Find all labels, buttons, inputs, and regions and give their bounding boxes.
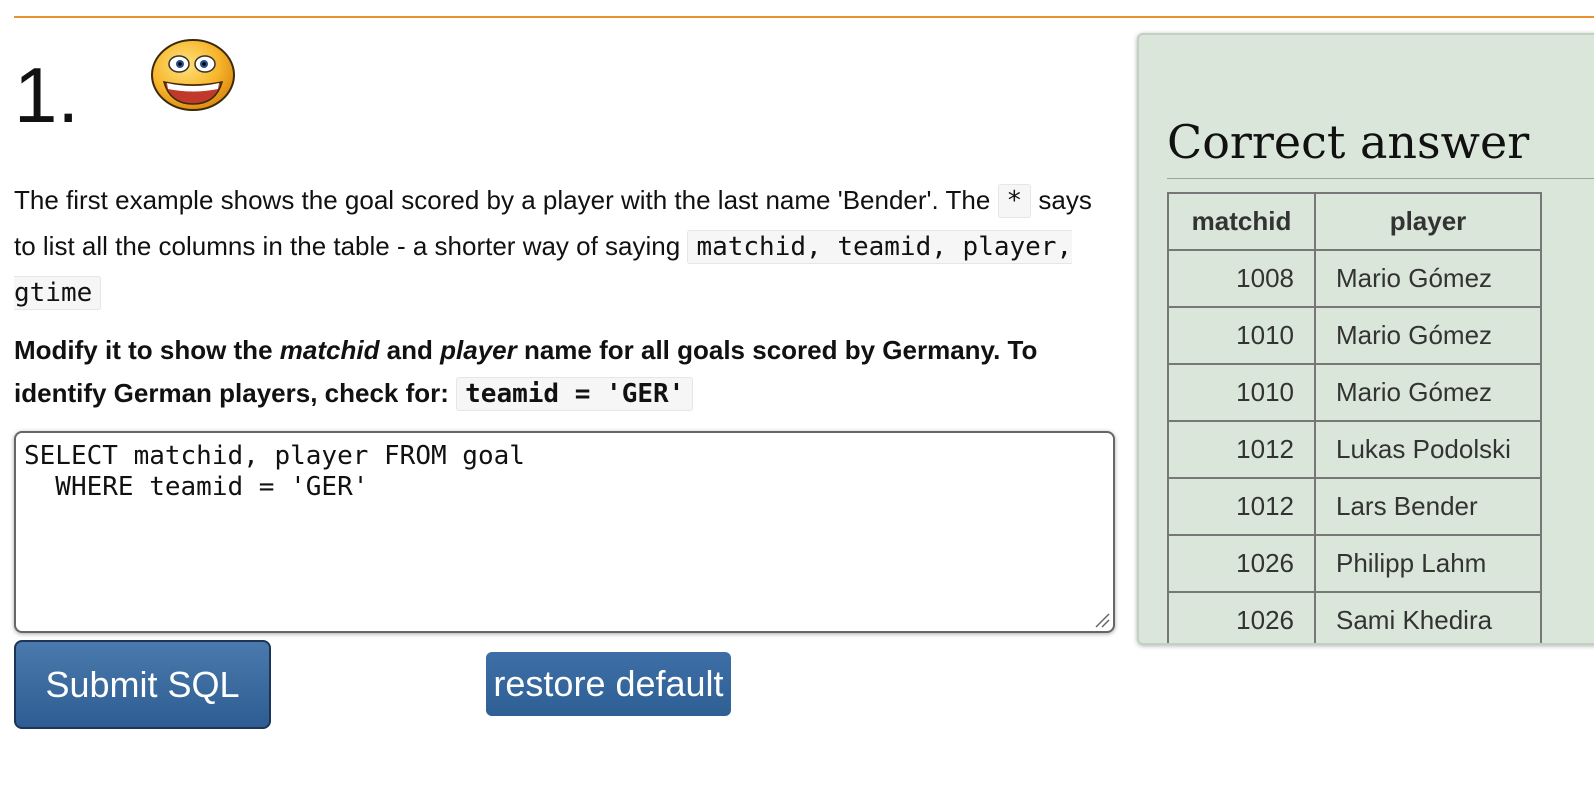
matchid-cell: 1008 bbox=[1167, 249, 1316, 308]
answer-divider bbox=[1167, 178, 1594, 179]
task-paragraph: Modify it to show the matchid and player… bbox=[14, 329, 1114, 416]
table-row: 1012 Lukas Podolski bbox=[1167, 420, 1542, 479]
question-number: 1. bbox=[14, 51, 80, 139]
table-row: 1026 Philipp Lahm bbox=[1167, 534, 1542, 593]
matchid-cell: 1010 bbox=[1167, 363, 1316, 422]
sql-editor[interactable]: SELECT matchid, player FROM goal WHERE t… bbox=[14, 431, 1115, 633]
answer-title: Correct answer bbox=[1167, 115, 1530, 169]
intro-paragraph: The first example shows the goal scored … bbox=[14, 178, 1114, 316]
smiley-face-icon bbox=[151, 39, 235, 111]
answer-header-row: matchid player bbox=[1167, 192, 1542, 251]
table-row: 1026 Sami Khedira bbox=[1167, 591, 1542, 643]
column-header-player: player bbox=[1314, 192, 1542, 251]
player-cell: Philipp Lahm bbox=[1314, 534, 1542, 593]
matchid-cell: 1012 bbox=[1167, 420, 1316, 479]
task-text-a: Modify it to show the bbox=[14, 335, 280, 365]
table-row: 1012 Lars Bender bbox=[1167, 477, 1542, 536]
player-cell: Sami Khedira bbox=[1314, 591, 1542, 643]
top-divider bbox=[14, 16, 1594, 18]
player-cell: Mario Gómez bbox=[1314, 363, 1542, 422]
matchid-cell: 1026 bbox=[1167, 591, 1316, 643]
table-row: 1010 Mario Gómez bbox=[1167, 306, 1542, 365]
matchid-emphasis: matchid bbox=[279, 335, 380, 365]
matchid-cell: 1012 bbox=[1167, 477, 1316, 536]
task-text-b: and bbox=[379, 335, 441, 365]
answer-table: matchid player 1008 Mario Gómez 1010 Mar… bbox=[1167, 192, 1542, 643]
restore-default-button[interactable]: restore default bbox=[486, 652, 731, 716]
matchid-cell: 1026 bbox=[1167, 534, 1316, 593]
column-header-matchid: matchid bbox=[1167, 192, 1316, 251]
star-code: * bbox=[997, 184, 1032, 218]
submit-sql-button[interactable]: Submit SQL bbox=[14, 640, 271, 729]
player-cell: Lukas Podolski bbox=[1314, 420, 1542, 479]
player-cell: Mario Gómez bbox=[1314, 249, 1542, 308]
teamid-code: teamid = 'GER' bbox=[456, 377, 694, 411]
resize-grip-icon[interactable] bbox=[1094, 612, 1110, 628]
correct-answer-panel: Correct answer matchid player 1008 Mario… bbox=[1137, 33, 1594, 645]
player-cell: Lars Bender bbox=[1314, 477, 1542, 536]
intro-text-a: The first example shows the goal scored … bbox=[14, 185, 998, 215]
matchid-cell: 1010 bbox=[1167, 306, 1316, 365]
player-cell: Mario Gómez bbox=[1314, 306, 1542, 365]
player-emphasis: player bbox=[440, 335, 517, 365]
table-row: 1008 Mario Gómez bbox=[1167, 249, 1542, 308]
table-row: 1010 Mario Gómez bbox=[1167, 363, 1542, 422]
